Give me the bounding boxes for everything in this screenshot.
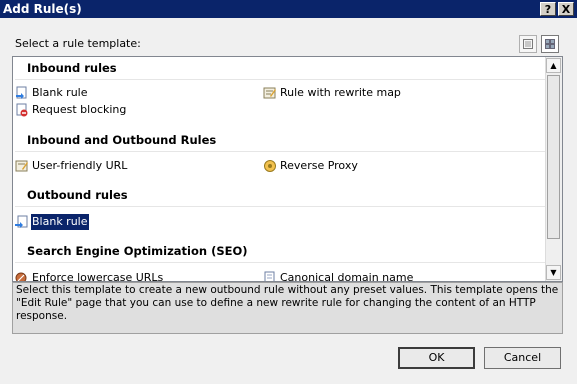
request-blocking-icon bbox=[16, 103, 28, 117]
group-header-inbound-outbound: Inbound and Outbound Rules bbox=[27, 133, 217, 147]
template-item-label: Canonical domain name bbox=[280, 271, 414, 282]
help-button[interactable]: ? bbox=[540, 2, 556, 16]
group-header-outbound: Outbound rules bbox=[27, 188, 128, 202]
details-view-icon bbox=[523, 39, 533, 49]
scroll-up-button[interactable]: ▲ bbox=[546, 58, 561, 73]
canonical-domain-icon bbox=[264, 271, 275, 281]
group-divider bbox=[15, 79, 545, 80]
template-item-enforce-lowercase[interactable]: Enforce lowercase URLs bbox=[15, 270, 163, 281]
user-friendly-url-icon bbox=[15, 160, 28, 172]
dialog-title: Add Rule(s) bbox=[3, 2, 82, 16]
details-view-button[interactable] bbox=[519, 35, 537, 53]
tiles-view-icon bbox=[545, 39, 555, 49]
group-divider bbox=[15, 262, 545, 263]
close-button[interactable]: X bbox=[558, 2, 574, 16]
template-description: Select this template to create a new out… bbox=[12, 282, 563, 334]
rule-template-list[interactable]: Inbound rules Blank rule Rule with rewri… bbox=[12, 56, 563, 282]
enforce-lowercase-icon bbox=[15, 272, 27, 281]
blank-rule-inbound-icon bbox=[16, 86, 27, 99]
group-header-inbound: Inbound rules bbox=[27, 61, 117, 75]
template-item-canonical-domain[interactable]: Canonical domain name bbox=[263, 270, 413, 281]
template-item-label: Request blocking bbox=[32, 103, 127, 116]
template-item-rewrite-map[interactable]: Rule with rewrite map bbox=[263, 85, 401, 101]
template-item-label: Enforce lowercase URLs bbox=[32, 271, 164, 282]
cancel-button[interactable]: Cancel bbox=[484, 347, 561, 369]
blank-rule-outbound-icon bbox=[15, 215, 28, 228]
template-item-label: Blank rule bbox=[31, 214, 89, 230]
template-item-label: Rule with rewrite map bbox=[280, 86, 401, 99]
group-divider bbox=[15, 151, 545, 152]
template-prompt: Select a rule template: bbox=[15, 37, 141, 50]
scroll-thumb[interactable] bbox=[547, 75, 560, 239]
title-bar: Add Rule(s) ? X bbox=[0, 0, 577, 18]
list-scrollbar[interactable]: ▲ ▼ bbox=[545, 57, 562, 281]
group-divider bbox=[15, 206, 545, 207]
template-item-label: Reverse Proxy bbox=[280, 159, 358, 172]
reverse-proxy-icon bbox=[264, 160, 276, 172]
group-header-seo: Search Engine Optimization (SEO) bbox=[27, 244, 248, 258]
template-item-outbound-blank-rule[interactable]: Blank rule bbox=[15, 214, 89, 230]
template-item-reverse-proxy[interactable]: Reverse Proxy bbox=[263, 158, 358, 174]
scroll-down-button[interactable]: ▼ bbox=[546, 265, 561, 280]
template-item-inbound-blank-rule[interactable]: Blank rule bbox=[15, 85, 88, 101]
template-item-request-blocking[interactable]: Request blocking bbox=[15, 102, 126, 118]
rewrite-map-icon bbox=[263, 87, 276, 99]
ok-button[interactable]: OK bbox=[398, 347, 475, 369]
template-item-user-friendly-url[interactable]: User-friendly URL bbox=[15, 158, 127, 174]
template-item-label: User-friendly URL bbox=[32, 159, 128, 172]
tiles-view-button[interactable] bbox=[541, 35, 559, 53]
template-item-label: Blank rule bbox=[32, 86, 88, 99]
